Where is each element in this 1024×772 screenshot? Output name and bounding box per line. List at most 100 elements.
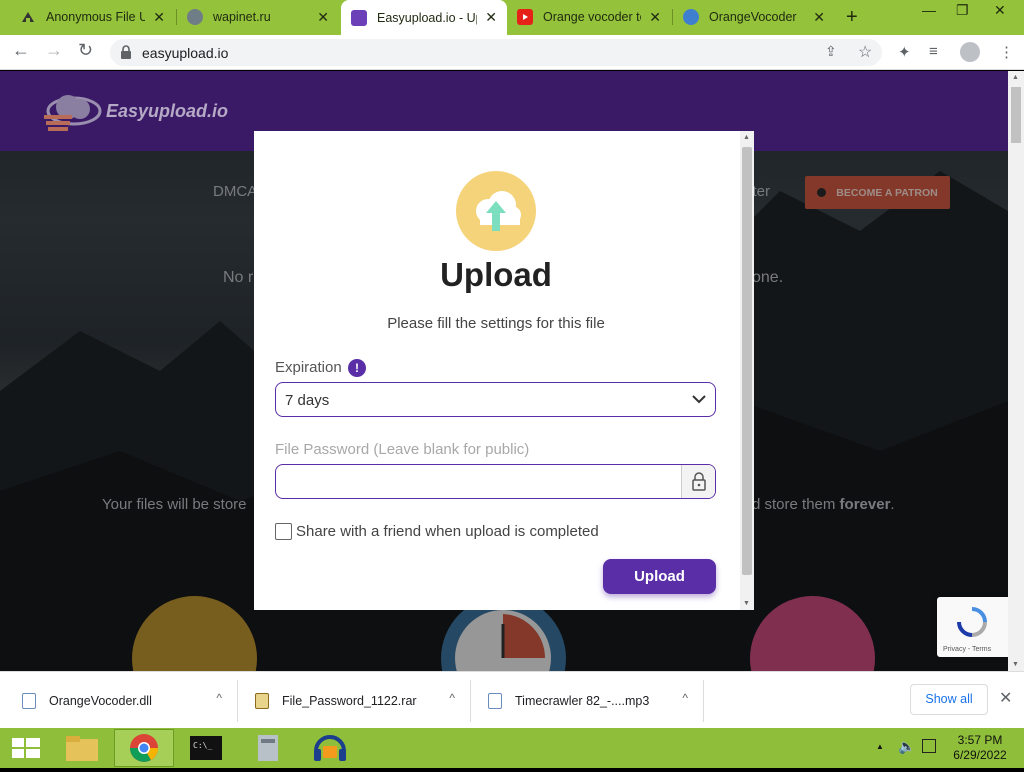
recaptcha-icon xyxy=(957,607,987,637)
expiration-label: Expiration xyxy=(275,359,342,376)
page-scrollbar[interactable]: ▲ ▼ xyxy=(1008,71,1024,671)
close-tab-icon[interactable]: ✕ xyxy=(485,9,497,26)
chevron-up-icon[interactable]: ^ xyxy=(682,691,688,705)
easyupload-logo-icon xyxy=(44,95,102,131)
password-label: File Password (Leave blank for public) xyxy=(275,441,530,458)
password-lock-icon xyxy=(681,465,715,498)
browser-toolbar: ← → ↻ easyupload.io ⇪ ☆ ✦ ≡ ⋮ xyxy=(0,35,1024,70)
web-page: Easyupload.io DMCA ster BECOME A PATRON … xyxy=(0,71,1008,671)
chevron-up-icon[interactable]: ^ xyxy=(449,691,455,705)
restore-icon[interactable]: ❐ xyxy=(956,2,969,19)
taskbar-cmd[interactable]: C:\_ xyxy=(176,729,236,767)
tab-orangevocoder[interactable]: OrangeVocoder ✕ xyxy=(673,0,835,34)
password-field[interactable] xyxy=(275,464,716,499)
forward-icon[interactable]: → xyxy=(45,40,63,61)
clock-time: 3:57 PM xyxy=(957,733,1003,747)
url-text: easyupload.io xyxy=(142,45,229,61)
download-item[interactable]: OrangeVocoder.dll ^ xyxy=(22,672,236,729)
tab-strip: Anonymous File Up ✕ wapinet.ru ✕ Easyupl… xyxy=(0,0,1024,35)
modal-title: Upload xyxy=(440,256,552,293)
scroll-up-icon[interactable]: ▲ xyxy=(743,134,750,141)
share-icon[interactable]: ⇪ xyxy=(825,43,837,60)
share-checkbox[interactable] xyxy=(275,523,292,540)
tray-expand-icon[interactable]: ▲ xyxy=(876,742,884,751)
scroll-down-icon[interactable]: ▼ xyxy=(1012,661,1019,668)
download-filename: File_Password_1122.rar xyxy=(282,693,417,708)
tab-anonymous-file-upload[interactable]: Anonymous File Up ✕ xyxy=(10,0,175,34)
chevron-up-icon[interactable]: ^ xyxy=(216,691,222,705)
new-tab-button[interactable]: + xyxy=(846,6,858,29)
address-bar[interactable]: easyupload.io ⇪ ☆ xyxy=(110,39,882,66)
tab-title: Anonymous File Up xyxy=(46,10,146,24)
tab-title: Easyupload.io - Up xyxy=(377,10,478,25)
shelf-separator xyxy=(237,680,238,722)
application-icon xyxy=(258,735,278,761)
globe-icon xyxy=(187,9,203,25)
close-tab-icon[interactable]: ✕ xyxy=(649,9,661,26)
chevron-down-icon xyxy=(692,395,706,404)
recaptcha-terms[interactable]: Privacy - Terms xyxy=(943,646,991,653)
close-tab-icon[interactable]: ✕ xyxy=(153,9,165,26)
taskbar: C:\_ ▲ 🔈 3:57 PM 6/29/2022 xyxy=(0,728,1024,768)
audacity-icon xyxy=(314,735,346,761)
close-tab-icon[interactable]: ✕ xyxy=(317,9,329,26)
upload-settings-modal: ▲ ▼ Upload Please fill the settings for … xyxy=(254,131,754,610)
scroll-down-icon[interactable]: ▼ xyxy=(743,600,750,607)
modal-subtitle: Please fill the settings for this file xyxy=(387,315,605,332)
modal-scrollbar[interactable]: ▲ ▼ xyxy=(740,131,754,610)
back-icon[interactable]: ← xyxy=(12,40,30,61)
close-tab-icon[interactable]: ✕ xyxy=(813,9,825,26)
window-close-icon[interactable]: ✕ xyxy=(994,2,1006,19)
close-shelf-icon[interactable]: ✕ xyxy=(999,688,1012,708)
taskbar-explorer[interactable] xyxy=(52,729,112,767)
tab-title: Orange vocoder te xyxy=(543,10,642,24)
share-checkbox-label[interactable]: Share with a friend when upload is compl… xyxy=(296,523,599,540)
modal-scroll-thumb[interactable] xyxy=(742,147,752,575)
network-icon[interactable] xyxy=(922,739,936,753)
upload-button[interactable]: Upload xyxy=(603,559,716,594)
youtube-icon xyxy=(517,9,533,25)
speaker-muted-icon[interactable]: 🔈 xyxy=(898,738,915,755)
profile-avatar-icon[interactable] xyxy=(960,42,980,62)
reload-icon[interactable]: ↻ xyxy=(78,40,93,61)
chrome-icon xyxy=(130,734,158,762)
media-control-icon[interactable]: ≡ xyxy=(929,43,938,60)
page-scroll-thumb[interactable] xyxy=(1011,87,1021,143)
scroll-up-icon[interactable]: ▲ xyxy=(1012,74,1019,81)
folder-icon xyxy=(66,736,98,761)
show-all-downloads-button[interactable]: Show all xyxy=(910,684,988,715)
expiration-select[interactable]: 7 days xyxy=(275,382,716,417)
audio-file-icon xyxy=(488,692,502,709)
downloads-shelf: OrangeVocoder.dll ^ File_Password_1122.r… xyxy=(0,671,1024,728)
tab-title: OrangeVocoder xyxy=(709,10,797,24)
svg-text:C:\_: C:\_ xyxy=(193,741,212,750)
shelf-separator xyxy=(703,680,704,722)
taskbar-chrome[interactable] xyxy=(114,729,174,767)
site-logo-text[interactable]: Easyupload.io xyxy=(106,101,228,122)
tab-wapinet[interactable]: wapinet.ru ✕ xyxy=(177,0,339,34)
tab-youtube-orange-vocoder[interactable]: Orange vocoder te ✕ xyxy=(507,0,671,34)
recaptcha-badge[interactable]: Privacy - Terms xyxy=(937,597,1008,657)
lock-icon xyxy=(121,45,131,59)
start-button[interactable] xyxy=(0,729,52,767)
easyupload-icon xyxy=(351,9,367,26)
terminal-icon: C:\_ xyxy=(190,736,222,760)
shelf-separator xyxy=(470,680,471,722)
info-icon[interactable]: ! xyxy=(348,359,366,377)
menu-kebab-icon[interactable]: ⋮ xyxy=(999,43,1014,61)
extensions-icon[interactable]: ✦ xyxy=(898,43,911,61)
download-filename: OrangeVocoder.dll xyxy=(49,693,152,708)
tab-easyupload[interactable]: Easyupload.io - Up ✕ xyxy=(341,0,507,35)
download-item[interactable]: File_Password_1122.rar ^ xyxy=(255,672,469,729)
minimize-icon[interactable]: — xyxy=(922,2,936,18)
taskbar-audacity[interactable] xyxy=(300,729,360,767)
clock-date: 6/29/2022 xyxy=(953,748,1007,762)
download-item[interactable]: Timecrawler 82_-....mp3 ^ xyxy=(488,672,702,729)
cloud-upload-icon xyxy=(456,171,536,251)
tab-title: wapinet.ru xyxy=(213,10,271,24)
system-clock[interactable]: 3:57 PM 6/29/2022 xyxy=(950,733,1010,763)
bookmark-star-icon[interactable]: ☆ xyxy=(858,42,872,62)
taskbar-app[interactable] xyxy=(238,729,298,767)
file-icon xyxy=(22,692,36,709)
windows-logo-icon xyxy=(12,738,40,758)
